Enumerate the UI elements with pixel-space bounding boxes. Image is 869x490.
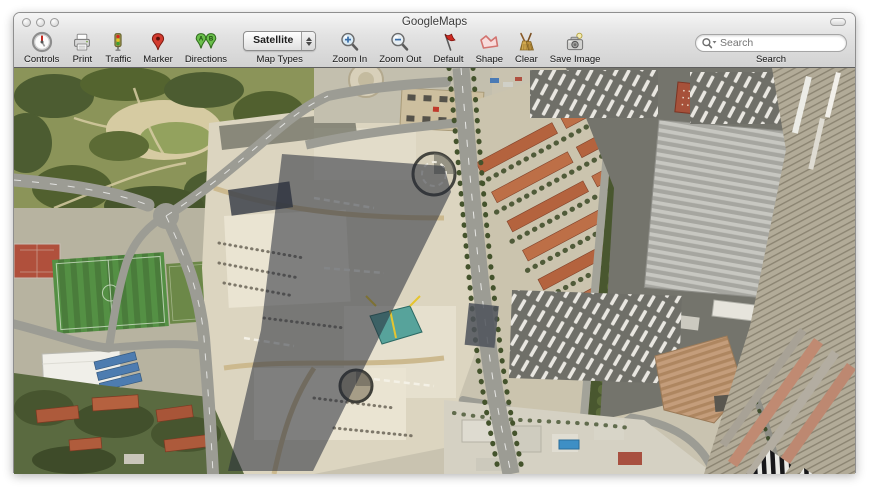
toolbar-label: Save Image [550,54,601,65]
brooms-icon [515,30,537,53]
titlebar[interactable]: GoogleMaps [14,13,855,32]
traffic-light-icon [107,30,129,53]
toolbar-label: Map Types [257,54,303,65]
gauge-icon [31,30,53,53]
flag-icon [438,30,460,53]
search-magnifier-icon [701,37,718,50]
toolbar-label: Zoom In [332,54,367,65]
toolbar-search: Search [695,34,847,65]
map-types-value: Satellite [244,32,301,50]
marker-pin-icon [147,30,169,53]
toolbar-label: Default [433,54,463,65]
directions-badge-b: B [209,36,214,42]
directions-pins-icon: A B [193,30,219,53]
toolbar-label: Directions [185,54,227,65]
map-types-popup[interactable]: Satellite [243,31,316,51]
toolbar-label: Marker [143,54,173,65]
satellite-map-image[interactable] [14,68,855,474]
shape-polygon-icon [477,30,501,53]
app-window: GoogleMaps Controls [13,12,856,473]
shape-button[interactable]: Shape [476,30,503,65]
toolbar-toggle-pill-button[interactable] [830,18,846,26]
save-image-button[interactable]: Save Image [550,30,601,65]
clear-button[interactable]: Clear [515,30,538,65]
window-title: GoogleMaps [14,16,855,28]
toolbar-label: Print [73,54,93,65]
zoom-out-icon [389,30,411,53]
window-header: GoogleMaps Controls [14,13,855,68]
toolbar-label: Traffic [105,54,131,65]
traffic-button[interactable]: Traffic [105,30,131,65]
toolbar: Controls Print [14,32,855,68]
toolbar-label: Search [756,54,786,65]
marker-button[interactable]: Marker [143,30,173,65]
map-viewport[interactable] [14,68,855,474]
map-types-control: Satellite Map Types [243,31,316,65]
search-input[interactable] [718,36,840,50]
zoom-out-button[interactable]: Zoom Out [379,30,421,65]
directions-button[interactable]: A B Directions [185,30,227,65]
search-field[interactable] [695,34,847,52]
toolbar-label: Zoom Out [379,54,421,65]
zoom-in-button[interactable]: Zoom In [332,30,367,65]
swimming-pool [559,440,579,449]
print-button[interactable]: Print [71,30,93,65]
toolbar-label: Controls [24,54,59,65]
default-button[interactable]: Default [433,30,463,65]
directions-badge-a: A [199,36,204,42]
popup-arrows-icon [301,32,315,50]
controls-button[interactable]: Controls [24,30,59,65]
printer-icon [71,30,93,53]
camera-icon [563,30,587,53]
zoom-in-icon [339,30,361,53]
toolbar-label: Shape [476,54,503,65]
toolbar-label: Clear [515,54,538,65]
